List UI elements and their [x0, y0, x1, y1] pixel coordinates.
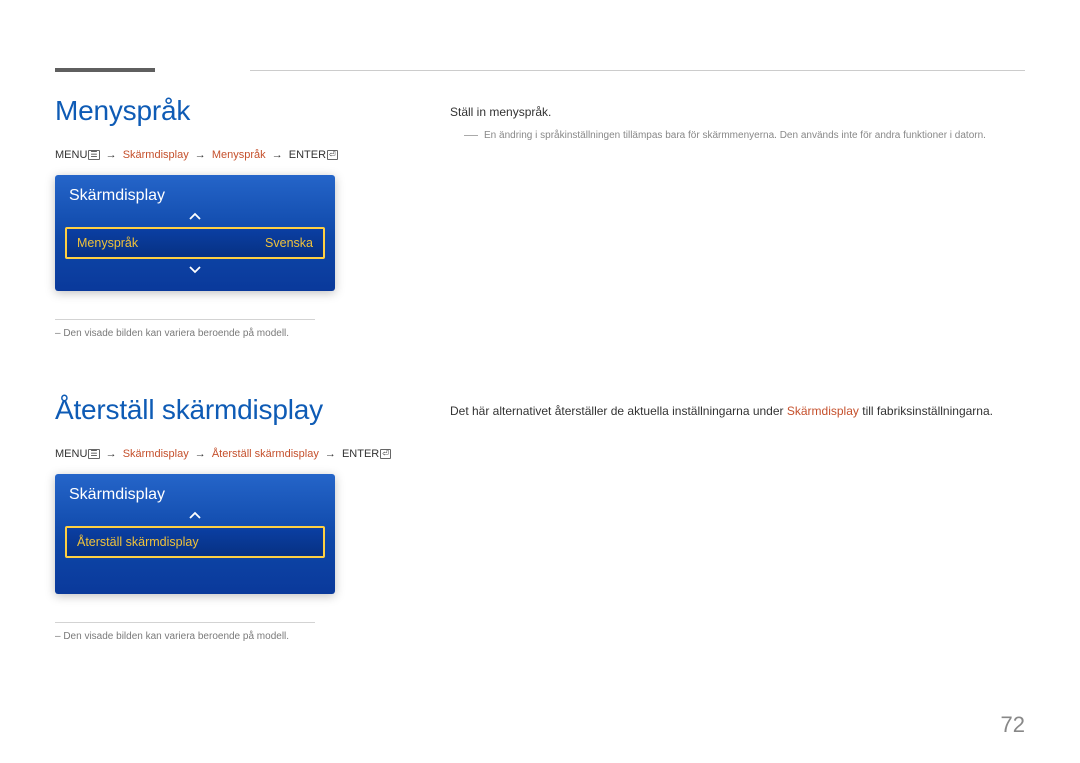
intro-text-1: Ställ in menyspråk. — [450, 103, 1025, 122]
note-1: En ändring i språkinställningen tillämpa… — [464, 128, 1024, 143]
osd-title-1: Skärmdisplay — [55, 183, 335, 209]
path-menu-2: MENU — [55, 448, 87, 460]
enter-icon: ⏎ — [380, 449, 391, 459]
osd-title-2: Skärmdisplay — [55, 482, 335, 508]
osd-row-label: Menyspråk — [77, 236, 138, 250]
menu-icon: ☰ — [88, 150, 99, 160]
text-after: till fabriksinställningarna. — [859, 404, 993, 418]
section-menysprak: Menyspråk MENU☰ → Skärmdisplay → Menyspr… — [55, 95, 1025, 339]
text-before: Det här alternativet återställer de aktu… — [450, 404, 787, 418]
divider — [55, 622, 315, 623]
path-menu: MENU — [55, 149, 87, 161]
divider — [55, 319, 315, 320]
osd-row-value: Svenska — [265, 236, 313, 250]
page-number: 72 — [1001, 712, 1025, 738]
path-menysprak: Menyspråk — [212, 149, 266, 161]
chevron-up-icon[interactable] — [55, 209, 335, 223]
osd-panel-1: Skärmdisplay Menyspråk Svenska — [55, 175, 335, 291]
footnote-2: – Den visade bilden kan variera beroende… — [55, 631, 395, 642]
path-skarmdisplay: Skärmdisplay — [123, 149, 189, 161]
osd-row-label-2: Återställ skärmdisplay — [77, 535, 199, 549]
menu-icon: ☰ — [88, 449, 99, 459]
section-aterstall: Återställ skärmdisplay MENU☰ → Skärmdisp… — [55, 394, 1025, 642]
chevron-down-icon[interactable] — [55, 263, 335, 277]
text-hl: Skärmdisplay — [787, 404, 859, 418]
breadcrumb-path-2: MENU☰ → Skärmdisplay → Återställ skärmdi… — [55, 448, 395, 460]
path-enter-2: ENTER — [342, 448, 379, 460]
intro-text-2: Det här alternativet återställer de aktu… — [450, 402, 1025, 421]
enter-icon: ⏎ — [327, 150, 338, 160]
dash-icon — [464, 135, 478, 136]
path-aterstall: Återställ skärmdisplay — [212, 448, 319, 460]
breadcrumb-path-1: MENU☰ → Skärmdisplay → Menyspråk → ENTER… — [55, 149, 395, 161]
path-enter: ENTER — [289, 149, 326, 161]
footnote-1: – Den visade bilden kan variera beroende… — [55, 328, 395, 339]
path-skarmdisplay-2: Skärmdisplay — [123, 448, 189, 460]
note-text-1: En ändring i språkinställningen tillämpa… — [484, 128, 986, 143]
heading-menysprak: Menyspråk — [55, 95, 395, 127]
chevron-up-icon[interactable] — [55, 508, 335, 522]
osd-panel-2: Skärmdisplay Återställ skärmdisplay — [55, 474, 335, 594]
osd-row-aterstall[interactable]: Återställ skärmdisplay — [65, 526, 325, 558]
heading-aterstall: Återställ skärmdisplay — [55, 394, 395, 426]
osd-row-menysprak[interactable]: Menyspråk Svenska — [65, 227, 325, 259]
